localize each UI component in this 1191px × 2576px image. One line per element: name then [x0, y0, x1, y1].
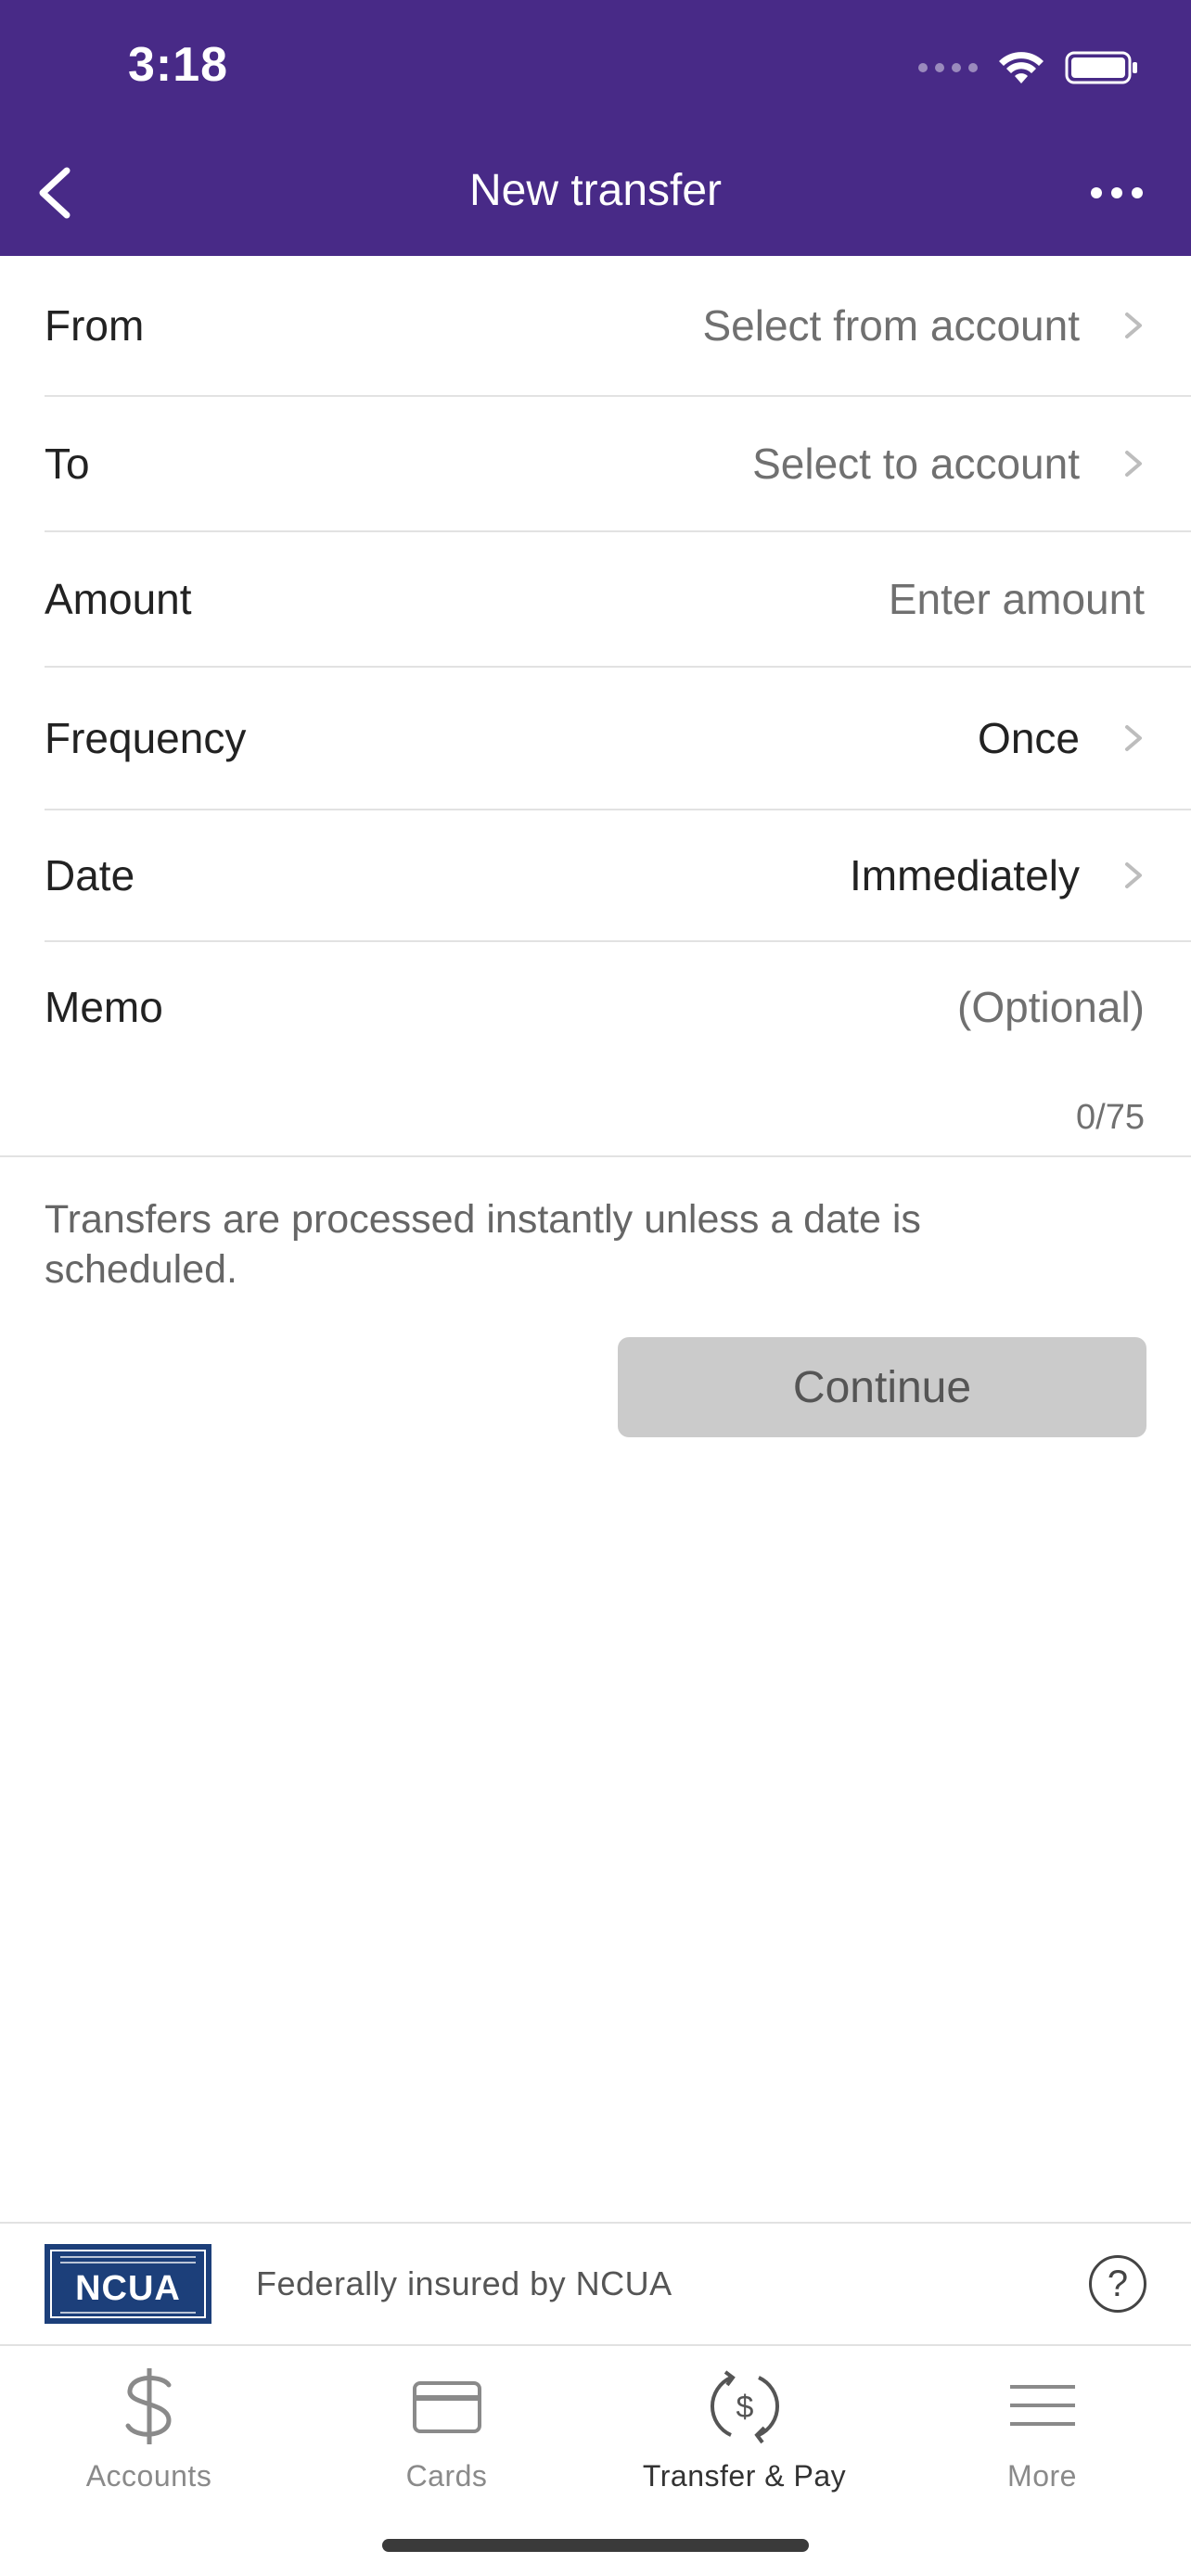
tab-label: Cards: [405, 2459, 488, 2493]
home-indicator[interactable]: [382, 2539, 809, 2552]
amount-row[interactable]: Amount Enter amount: [45, 532, 1191, 668]
tab-label: More: [1007, 2459, 1077, 2493]
menu-icon: [1009, 2385, 1075, 2426]
tab-transfer-pay[interactable]: $ Transfer & Pay: [596, 2346, 893, 2522]
ncua-logo: NCUA: [45, 2244, 211, 2324]
ncua-insurance-bar: NCUA Federally insured by NCUA ?: [0, 2222, 1191, 2344]
to-account-value: Select to account: [752, 440, 1080, 488]
date-label: Date: [45, 851, 135, 899]
chevron-right-icon: [1125, 451, 1142, 477]
header: 3:18 New transfer: [0, 0, 1191, 256]
tab-label: Accounts: [85, 2459, 212, 2493]
tab-more[interactable]: More: [893, 2346, 1191, 2522]
status-icons: [918, 43, 1139, 93]
tab-accounts[interactable]: Accounts: [0, 2346, 298, 2522]
from-account-value: Select from account: [702, 301, 1080, 350]
help-icon[interactable]: ?: [1089, 2255, 1146, 2313]
frequency-row[interactable]: Frequency Once: [45, 668, 1191, 810]
transfer-pay-icon: $: [710, 2370, 779, 2444]
status-time: 3:18: [128, 38, 229, 92]
frequency-value: Once: [978, 714, 1080, 762]
memo-character-counter: 0/75: [1076, 1098, 1145, 1137]
ncua-logo-text: NCUA: [75, 2269, 181, 2308]
battery-icon: [1065, 51, 1137, 84]
date-value: Immediately: [850, 851, 1080, 899]
transfer-form: From Select from account To Select to ac…: [0, 256, 1191, 1150]
from-label: From: [45, 301, 145, 350]
cellular-signal-icon: [918, 63, 978, 72]
frequency-label: Frequency: [45, 714, 247, 762]
memo-line: Memo (Optional): [45, 942, 1191, 1072]
page-title: New transfer: [468, 166, 723, 215]
chevron-right-icon: [1125, 725, 1142, 751]
from-account-row[interactable]: From Select from account: [45, 256, 1191, 397]
chevron-right-icon: [1125, 862, 1142, 888]
wifi-icon: [999, 52, 1044, 83]
to-account-row[interactable]: To Select to account: [45, 397, 1191, 532]
continue-button[interactable]: Continue: [618, 1337, 1146, 1437]
card-icon: [412, 2381, 481, 2433]
divider: [0, 1155, 1191, 1157]
app-screen: 3:18 New transfer From Select from accou…: [0, 0, 1191, 2576]
date-row[interactable]: Date Immediately: [45, 810, 1191, 942]
more-options-icon[interactable]: [1080, 165, 1154, 221]
to-label: To: [45, 440, 90, 488]
tab-label: Transfer & Pay: [642, 2459, 847, 2493]
memo-input[interactable]: (Optional): [957, 982, 1145, 1032]
memo-row[interactable]: Memo (Optional) 0/75: [45, 942, 1191, 1150]
dollar-icon: [125, 2368, 172, 2444]
ncua-insured-text: Federally insured by NCUA: [256, 2264, 672, 2302]
chevron-right-icon: [1125, 312, 1142, 338]
svg-text:$: $: [736, 2390, 753, 2425]
memo-label: Memo: [45, 983, 163, 1031]
transfer-info-text: Transfers are processed instantly unless…: [45, 1197, 921, 1292]
amount-label: Amount: [45, 575, 192, 623]
tab-cards[interactable]: Cards: [298, 2346, 596, 2522]
amount-input[interactable]: Enter amount: [889, 574, 1145, 624]
